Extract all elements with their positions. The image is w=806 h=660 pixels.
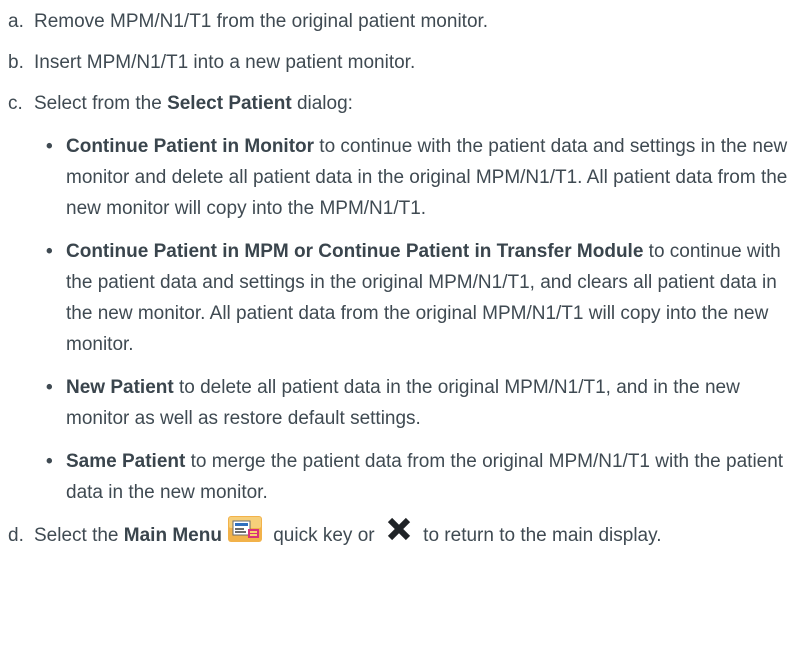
step-letter: a. [8, 11, 24, 32]
step-letter: d. [8, 525, 24, 546]
step-text-post: dialog: [291, 93, 353, 114]
instruction-document: a. Remove MPM/N1/T1 from the original pa… [8, 6, 800, 562]
step-c: c. Select from the Select Patient dialog… [8, 88, 800, 119]
main-menu-key-name: Main Menu [123, 525, 222, 547]
step-text: Remove MPM/N1/T1 from the original patie… [34, 11, 489, 32]
step-d: d. Select the Main Menu quick key or to … [8, 516, 800, 552]
select-patient-dialog-name: Select Patient [167, 93, 292, 114]
option-continue-patient-in-mpm: • Continue Patient in MPM or Continue Pa… [46, 236, 800, 360]
step-letter: c. [8, 93, 23, 114]
option-list: • Continue Patient in Monitor to continu… [46, 131, 800, 508]
bullet-icon: • [46, 377, 53, 398]
option-title: New Patient [66, 377, 174, 398]
step-text: Insert MPM/N1/T1 into a new patient moni… [34, 52, 416, 73]
close-x-icon [386, 516, 412, 552]
step-text: Select from the Select Patient dialog: [34, 88, 800, 119]
step-text-post: to return to the main display. [417, 525, 662, 547]
option-continue-patient-in-monitor: • Continue Patient in Monitor to continu… [46, 131, 800, 224]
option-same-patient: • Same Patient to merge the patient data… [46, 446, 800, 508]
step-a: a. Remove MPM/N1/T1 from the original pa… [8, 6, 800, 37]
main-menu-quick-key-icon [227, 516, 262, 552]
step-text-pre: Select the [34, 525, 124, 547]
option-new-patient: • New Patient to delete all patient data… [46, 372, 800, 434]
step-letter: b. [8, 52, 24, 73]
bullet-icon: • [46, 241, 53, 262]
option-title: Continue Patient in Monitor [66, 136, 315, 157]
step-text: Select the Main Menu quick key or to ret… [34, 516, 800, 552]
option-title: Continue Patient in MPM or Continue Pati… [66, 241, 644, 262]
bullet-icon: • [46, 136, 53, 157]
option-title: Same Patient [66, 451, 186, 472]
step-b: b. Insert MPM/N1/T1 into a new patient m… [8, 47, 800, 78]
step-text-mid: quick key or [267, 525, 380, 547]
step-text-pre: Select from the [34, 93, 168, 114]
bullet-icon: • [46, 451, 53, 472]
